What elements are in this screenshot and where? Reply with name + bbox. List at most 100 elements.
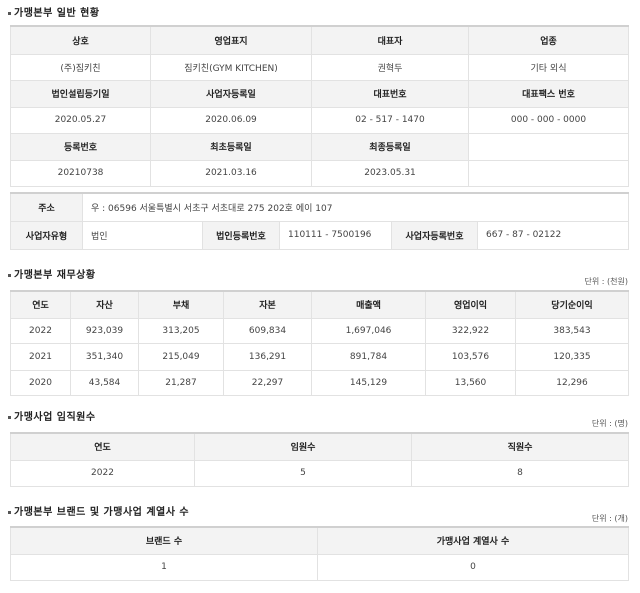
biztype-label: 사업자유형 (10, 220, 83, 250)
staff-title-text: 가맹사업 임직원수 (14, 412, 96, 423)
table-cell: 351,340 (70, 342, 139, 371)
table-cell: 0 (317, 553, 629, 581)
header-cell: 임원수 (194, 432, 412, 461)
header-cell: 연도 (10, 432, 195, 461)
table-row: 2020.05.27 2020.06.09 02 - 517 - 1470 00… (10, 106, 629, 134)
table-row: (주)짐키친 짐키친(GYM KITCHEN) 권혁두 기타 외식 (10, 53, 629, 81)
biznum-label: 사업자등록번호 (391, 220, 478, 250)
header-cell: 업종 (468, 25, 629, 55)
industry: 기타 외식 (468, 53, 629, 81)
table-cell: 2022 (10, 459, 195, 487)
address-value: 우 : 06596 서울특별시 서초구 서초대로 275 202호 에이 107 (81, 192, 630, 222)
header-cell: 사업자등록일 (150, 79, 312, 108)
header-cell: 자본 (223, 290, 312, 319)
bullet-icon (8, 415, 11, 419)
finance-unit: 단위 : (천원) (584, 277, 628, 286)
header-cell: 연도 (10, 290, 71, 319)
general-title-text: 가맹본부 일반 현황 (14, 8, 100, 19)
empty-cell (468, 132, 629, 161)
header-cell: 법인설립등기일 (10, 79, 151, 108)
fax-number: 000 - 000 - 0000 (468, 106, 629, 134)
table-cell: 43,584 (70, 369, 139, 396)
table-row: 연도 자산 부채 자본 매출액 영업이익 당기순이익 (10, 290, 629, 319)
finance-section-title: 가맹본부 재무상황 (8, 266, 96, 281)
bullet-icon (8, 273, 11, 277)
first-reg-date: 2021.03.16 (150, 159, 312, 187)
general-info-table: 상호 영업표지 대표자 업종 (주)짐키친 짐키친(GYM KITCHEN) 권… (10, 25, 629, 187)
header-cell: 직원수 (411, 432, 629, 461)
table-row: 2021 351,340 215,049 136,291 891,784 103… (10, 342, 629, 371)
table-cell: 8 (411, 459, 629, 487)
table-row: 연도 임원수 직원수 (10, 432, 629, 461)
header-cell: 최초등록일 (150, 132, 312, 161)
table-cell: 2020 (10, 369, 71, 396)
bullet-icon (8, 510, 11, 514)
table-row: 상호 영업표지 대표자 업종 (10, 25, 629, 55)
table-cell: 1 (10, 553, 318, 581)
table-cell: 22,297 (223, 369, 312, 396)
table-cell: 609,834 (223, 317, 312, 344)
franchise-info-page: 가맹본부 일반 현황 상호 영업표지 대표자 업종 (주)짐키친 짐키친(GYM… (0, 0, 640, 593)
header-cell: 부채 (138, 290, 224, 319)
brands-title-text: 가맹본부 브랜드 및 가맹사업 계열사 수 (14, 507, 190, 518)
table-cell: 21,287 (138, 369, 224, 396)
header-cell: 가맹사업 계열사 수 (317, 526, 629, 555)
incorporation-date: 2020.05.27 (10, 106, 151, 134)
header-cell: 브랜드 수 (10, 526, 318, 555)
brands-section-title: 가맹본부 브랜드 및 가맹사업 계열사 수 (8, 503, 189, 518)
registration-date: 2020.06.09 (150, 106, 312, 134)
staff-section-title: 가맹사업 임직원수 (8, 408, 96, 423)
table-row: 20210738 2021.03.16 2023.05.31 (10, 159, 629, 187)
biztype-value: 법인 (82, 220, 203, 250)
brand-name: 짐키친(GYM KITCHEN) (150, 53, 312, 81)
header-cell: 당기순이익 (515, 290, 629, 319)
table-cell: 2021 (10, 342, 71, 371)
table-cell: 923,039 (70, 317, 139, 344)
corpnum-label: 법인등록번호 (202, 220, 280, 250)
staff-table: 연도 임원수 직원수 2022 5 8 (10, 432, 629, 487)
header-cell: 영업이익 (425, 290, 516, 319)
header-cell: 최종등록일 (311, 132, 469, 161)
table-cell: 215,049 (138, 342, 224, 371)
table-row: 등록번호 최초등록일 최종등록일 (10, 132, 629, 161)
header-cell: 대표번호 (311, 79, 469, 108)
address-label: 주소 (10, 192, 83, 222)
staff-unit: 단위 : (명) (591, 419, 628, 428)
table-row: 주소 우 : 06596 서울특별시 서초구 서초대로 275 202호 에이 … (10, 192, 630, 222)
finance-table: 연도 자산 부채 자본 매출액 영업이익 당기순이익 2022 923,039 … (10, 290, 629, 396)
table-cell: 12,296 (515, 369, 629, 396)
ceo-name: 권혁두 (311, 53, 469, 81)
header-cell: 상호 (10, 25, 151, 55)
header-cell: 대표팩스 번호 (468, 79, 629, 108)
table-row: 1 0 (10, 553, 629, 581)
last-reg-date: 2023.05.31 (311, 159, 469, 187)
table-cell: 13,560 (425, 369, 516, 396)
header-cell: 자산 (70, 290, 139, 319)
table-cell: 313,205 (138, 317, 224, 344)
table-cell: 1,697,046 (311, 317, 426, 344)
header-cell: 매출액 (311, 290, 426, 319)
brands-table: 브랜드 수 가맹사업 계열사 수 1 0 (10, 526, 629, 581)
table-row: 법인설립등기일 사업자등록일 대표번호 대표팩스 번호 (10, 79, 629, 108)
reg-number: 20210738 (10, 159, 151, 187)
table-cell: 120,335 (515, 342, 629, 371)
general-section-title: 가맹본부 일반 현황 (8, 4, 100, 19)
header-cell: 대표자 (311, 25, 469, 55)
empty-cell (468, 159, 629, 187)
table-cell: 2022 (10, 317, 71, 344)
table-row: 브랜드 수 가맹사업 계열사 수 (10, 526, 629, 555)
bullet-icon (8, 11, 11, 15)
table-row: 2020 43,584 21,287 22,297 145,129 13,560… (10, 369, 629, 396)
corpnum-value: 110111 - 7500196 (279, 220, 392, 250)
business-info-table: 주소 우 : 06596 서울특별시 서초구 서초대로 275 202호 에이 … (10, 192, 630, 250)
header-cell: 등록번호 (10, 132, 151, 161)
table-cell: 103,576 (425, 342, 516, 371)
table-cell: 145,129 (311, 369, 426, 396)
header-cell: 영업표지 (150, 25, 312, 55)
company-name: (주)짐키친 (10, 53, 151, 81)
table-row: 사업자유형 법인 법인등록번호 110111 - 7500196 사업자등록번호… (10, 220, 630, 250)
phone-number: 02 - 517 - 1470 (311, 106, 469, 134)
brands-unit: 단위 : (개) (591, 514, 628, 523)
table-cell: 383,543 (515, 317, 629, 344)
table-cell: 322,922 (425, 317, 516, 344)
